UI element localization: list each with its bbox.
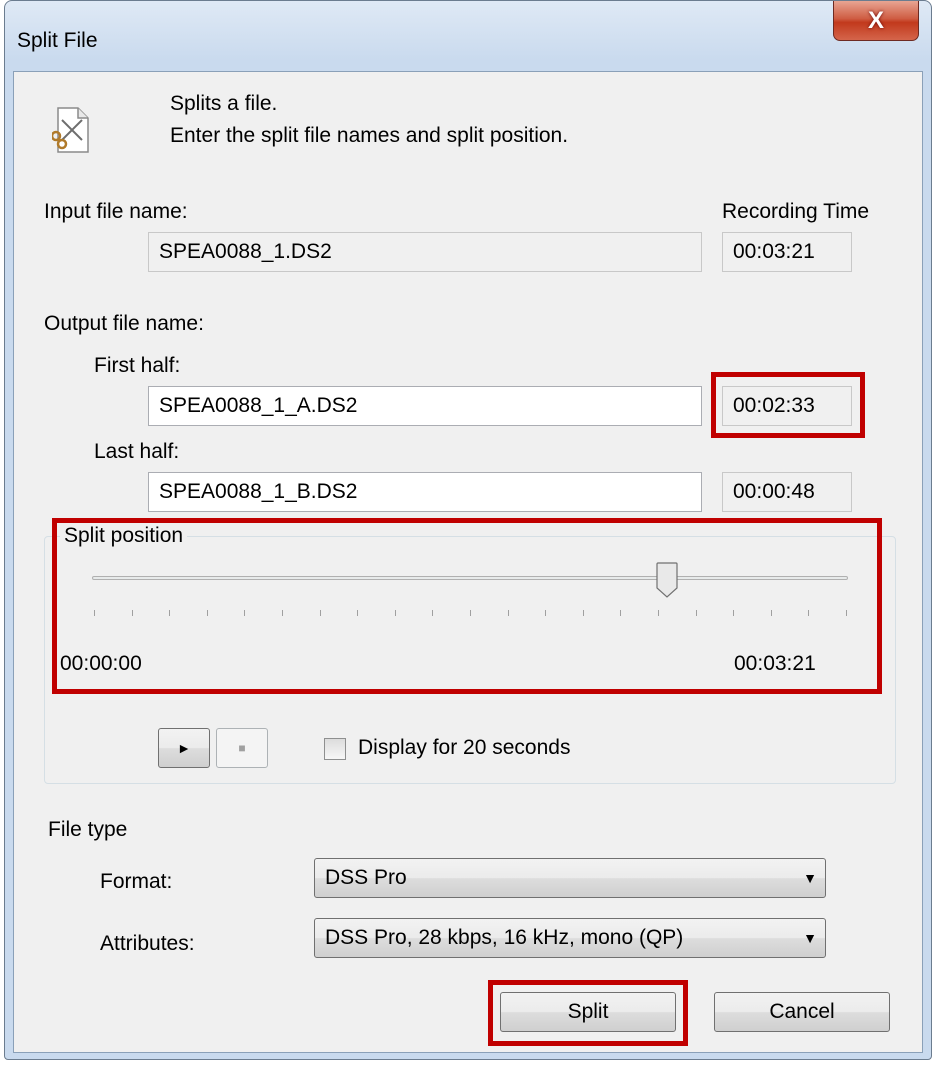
output-file-label: Output file name: [44, 312, 204, 335]
recording-time-field: 00:03:21 [722, 232, 852, 272]
chevron-down-icon: ▼ [803, 930, 817, 946]
play-icon: ► [177, 740, 191, 756]
chevron-down-icon: ▼ [803, 870, 817, 886]
first-half-input[interactable]: SPEA0088_1_A.DS2 [148, 386, 702, 426]
dialog-body: Splits a file. Enter the split file name… [13, 71, 923, 1053]
attributes-dropdown[interactable]: DSS Pro, 28 kbps, 16 kHz, mono (QP) ▼ [314, 918, 826, 958]
format-label: Format: [100, 870, 173, 893]
last-half-label: Last half: [94, 440, 180, 463]
highlight-first-half-time [711, 372, 865, 438]
input-file-field: SPEA0088_1.DS2 [148, 232, 702, 272]
scissors-file-icon [52, 107, 89, 153]
header-line-1: Splits a file. [170, 92, 278, 115]
last-half-time-field: 00:00:48 [722, 472, 852, 512]
header-line-2: Enter the split file names and split pos… [170, 124, 569, 147]
last-half-input[interactable]: SPEA0088_1_B.DS2 [148, 472, 702, 512]
split-file-dialog: Split File X Splits a file. Enter the sp… [4, 0, 932, 1060]
stop-button[interactable]: ■ [216, 728, 268, 768]
attributes-value: DSS Pro, 28 kbps, 16 kHz, mono (QP) [325, 926, 684, 949]
stop-icon: ■ [238, 741, 246, 755]
format-value: DSS Pro [325, 866, 407, 889]
first-half-label: First half: [94, 354, 181, 377]
play-button[interactable]: ► [158, 728, 210, 768]
attributes-label: Attributes: [100, 932, 195, 955]
display-20-seconds-label: Display for 20 seconds [358, 736, 571, 759]
cancel-button-label: Cancel [769, 1000, 835, 1023]
close-icon: X [867, 6, 884, 34]
cancel-button[interactable]: Cancel [714, 992, 890, 1032]
highlight-split-position [52, 518, 882, 694]
recording-time-label: Recording Time [722, 200, 870, 223]
close-button[interactable]: X [833, 1, 919, 41]
file-type-label: File type [48, 818, 128, 841]
format-dropdown[interactable]: DSS Pro ▼ [314, 858, 826, 898]
highlight-split-button [488, 980, 688, 1046]
display-20-seconds-checkbox[interactable] [324, 738, 346, 760]
window-title: Split File [17, 29, 98, 52]
input-file-label: Input file name: [44, 200, 188, 223]
title-bar[interactable]: Split File X [5, 1, 931, 73]
